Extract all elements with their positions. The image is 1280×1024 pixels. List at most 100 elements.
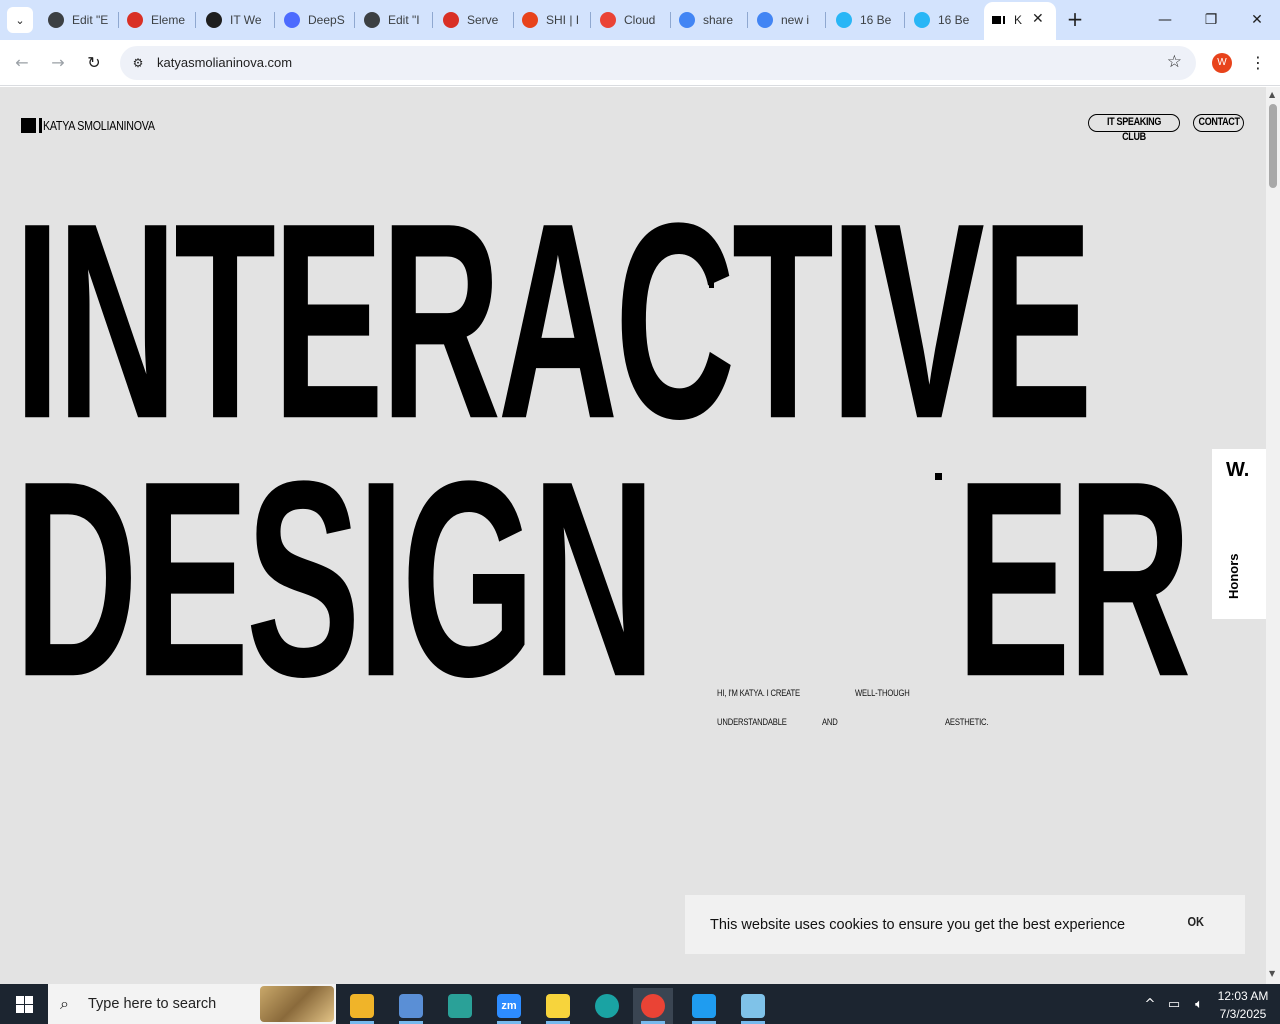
site-settings-icon[interactable]: ⚙: [129, 54, 147, 72]
tab-separator: [432, 12, 433, 28]
tab-separator: [195, 12, 196, 28]
taskbar-app-edge[interactable]: [587, 988, 627, 1024]
active-tab-title: K: [1014, 13, 1023, 27]
close-tab-icon[interactable]: ✕: [1032, 11, 1044, 27]
browser-tab[interactable]: Edit "I: [364, 8, 424, 32]
start-button[interactable]: [0, 984, 48, 1024]
browser-tab[interactable]: share: [679, 8, 739, 32]
url-text[interactable]: katyasmolianinova.com: [157, 55, 292, 70]
new-tab-button[interactable]: +: [1066, 8, 1084, 32]
scrollbar-thumb[interactable]: [1269, 104, 1277, 188]
taskbar-app-vscode[interactable]: [684, 988, 724, 1024]
browser-tab-strip: ⌄ Edit "E Eleme IT We DeepS Edit "I Serve SHI …: [0, 0, 1280, 40]
browser-tab-title: SHI | I: [546, 13, 580, 27]
minimize-button[interactable]: —: [1142, 8, 1188, 32]
cookie-message: This website uses cookies to ensure you …: [710, 917, 1126, 933]
taskbar-app-file-explorer[interactable]: [342, 988, 382, 1024]
page-scrollbar[interactable]: ▲ ▼: [1266, 87, 1280, 984]
cloud-icon: [600, 12, 616, 28]
nav-contact-label: CONTACT: [1198, 116, 1240, 128]
close-window-button[interactable]: ✕: [1234, 8, 1280, 32]
show-hidden-icons-icon[interactable]: ^: [1140, 984, 1160, 1024]
tab-search-button[interactable]: ⌄: [7, 7, 33, 33]
nav-it-speaking-club[interactable]: IT SPEAKING CLUB: [1088, 114, 1180, 143]
intro-text-e: AESTHETIC.: [945, 717, 989, 727]
browser-tab[interactable]: new i: [757, 8, 817, 32]
chrome-icon: [641, 994, 665, 1018]
active-tab[interactable]: K ✕: [984, 2, 1056, 40]
nav-contact[interactable]: CONTACT: [1193, 114, 1244, 132]
browser-tab[interactable]: SHI | I: [522, 8, 582, 32]
taskbar-search-box[interactable]: ⌕ Type here to search: [48, 984, 336, 1024]
restore-button[interactable]: ❐: [1188, 8, 1234, 32]
tab-separator: [354, 12, 355, 28]
tab-separator: [747, 12, 748, 28]
elementor-icon: [127, 12, 143, 28]
cursor-dot-small: [709, 282, 714, 288]
hero-line-1: INTERACTIVE: [14, 164, 1093, 477]
windows-taskbar: ⌕ Type here to search zm ^ ▭ 🔈︎ 12:03 AM…: [0, 984, 1280, 1024]
tab-separator: [118, 12, 119, 28]
hero-line-2: DESIGN ER: [14, 439, 1191, 718]
logo-square-icon: [21, 117, 36, 133]
taskbar-app-app-diamond[interactable]: [440, 988, 480, 1024]
edge-icon: [595, 994, 619, 1018]
browser-tab[interactable]: DeepS: [284, 8, 346, 32]
browser-tab-title: DeepS: [308, 13, 345, 27]
browser-tab-title: 16 Be: [938, 13, 970, 27]
profile-avatar[interactable]: W: [1212, 53, 1232, 73]
browser-tab-title: Serve: [467, 13, 499, 27]
awwwards-honors-badge[interactable]: W. Honors: [1212, 449, 1266, 619]
browser-tab[interactable]: 16 Be: [836, 8, 896, 32]
browser-tab[interactable]: 16 Be: [914, 8, 974, 32]
browser-tab-title: Edit "E: [72, 13, 109, 27]
taskbar-app-sticky-notes[interactable]: [538, 988, 578, 1024]
cookie-ok-button[interactable]: OK: [1187, 914, 1204, 929]
browser-tab-title: IT We: [230, 13, 262, 27]
taskbar-search-placeholder: Type here to search: [88, 996, 217, 1012]
browser-tab[interactable]: Edit "E: [48, 8, 110, 32]
wordpress-icon: [48, 12, 64, 28]
awwwards-w-icon: W.: [1226, 459, 1250, 481]
chevron-down-icon: ⌄: [15, 13, 25, 27]
target-icon: [206, 12, 222, 28]
back-button[interactable]: ←: [10, 51, 34, 75]
address-bar[interactable]: ⚙ katyasmolianinova.com ☆: [120, 46, 1196, 80]
browser-tab-title: Eleme: [151, 13, 186, 27]
scroll-down-icon[interactable]: ▼: [1269, 969, 1275, 978]
site-logo[interactable]: KATYA SMOLIANINOVA: [21, 116, 179, 134]
network-icon[interactable]: ▭: [1164, 984, 1184, 1024]
paint-icon: [399, 994, 423, 1018]
site-favicon-icon: [992, 13, 1006, 27]
clock-time: 12:03 AM: [1217, 989, 1269, 1003]
notepad-icon: [741, 994, 765, 1018]
browser-tab[interactable]: Cloud: [600, 8, 662, 32]
forward-button[interactable]: →: [46, 51, 70, 75]
browser-menu-icon[interactable]: ⋮: [1250, 51, 1266, 75]
sticky-notes-icon: [546, 994, 570, 1018]
browser-tab[interactable]: Serve: [443, 8, 505, 32]
taskbar-app-zoom[interactable]: zm: [489, 988, 529, 1024]
browser-tab[interactable]: IT We: [206, 8, 266, 32]
server-icon: [443, 12, 459, 28]
download-icon: [836, 12, 852, 28]
wordpress-icon: [364, 12, 380, 28]
tab-separator: [670, 12, 671, 28]
google-icon: [679, 12, 695, 28]
volume-icon[interactable]: 🔈︎: [1188, 984, 1210, 1024]
tab-separator: [904, 12, 905, 28]
taskbar-app-paint[interactable]: [391, 988, 431, 1024]
reload-button[interactable]: ↻: [82, 51, 106, 75]
bookmark-star-icon[interactable]: ☆: [1167, 52, 1182, 72]
taskbar-app-chrome[interactable]: [633, 988, 673, 1024]
browser-tab[interactable]: Eleme: [127, 8, 187, 32]
taskbar-clock[interactable]: 12:03 AM 7/3/2025: [1210, 987, 1276, 1023]
browser-tab-title: share: [703, 13, 734, 27]
taskbar-app-notepad[interactable]: [733, 988, 773, 1024]
scroll-up-icon[interactable]: ▲: [1269, 90, 1275, 99]
browser-tab-title: Cloud: [624, 13, 656, 27]
honors-label: Honors: [1226, 553, 1241, 600]
tab-separator: [274, 12, 275, 28]
intro-text-b: WELL-THOUGH: [855, 688, 910, 698]
nav-it-speaking-club-label: IT SPEAKING CLUB: [1106, 116, 1162, 143]
